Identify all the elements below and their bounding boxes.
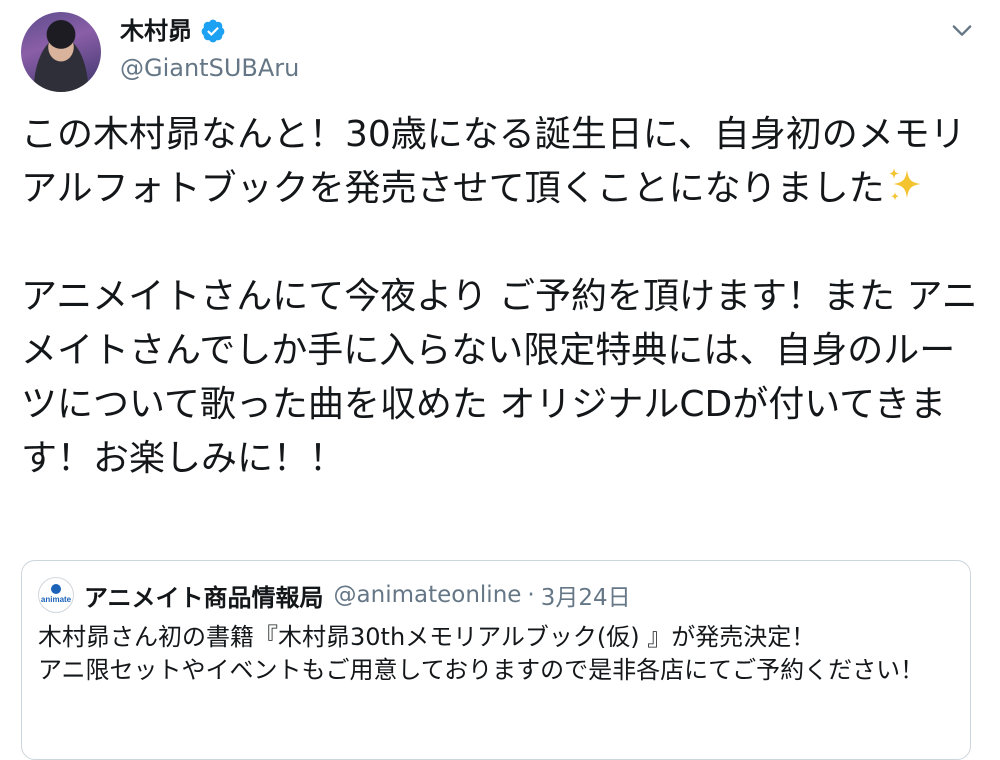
quoted-author-handle[interactable]: @animateonline xyxy=(334,582,522,608)
author-handle[interactable]: @GiantSUBAru xyxy=(120,53,299,83)
quoted-tweet-card[interactable]: animate アニメイト商品情報局 @animateonline · 3月24… xyxy=(21,560,971,760)
author-name-row: 木村昴 xyxy=(120,16,226,46)
verified-badge-icon xyxy=(201,19,225,43)
quoted-author-name[interactable]: アニメイト商品情報局 xyxy=(84,578,324,613)
quoted-tweet-text: 木村昴さん初の書籍『木村昴30thメモリアルブック(仮) 』が発売決定！ アニ限… xyxy=(38,623,925,684)
author-avatar[interactable] xyxy=(21,12,101,92)
animate-logo-label: animate xyxy=(41,595,71,604)
tweet-text-part-1: この木村昴なんと！30歳になる誕生日に、自身初のメモリアルフォトブックを発売させ… xyxy=(21,114,966,209)
chevron-down-icon[interactable] xyxy=(948,16,976,44)
tweet-text: この木村昴なんと！30歳になる誕生日に、自身初のメモリアルフォトブックを発売させ… xyxy=(21,108,981,486)
animate-logo-icon: animate xyxy=(41,584,71,604)
quoted-separator: · xyxy=(527,582,535,608)
author-display-name[interactable]: 木村昴 xyxy=(120,16,192,46)
sparkles-icon xyxy=(888,168,921,201)
quoted-tweet-header: animate アニメイト商品情報局 @animateonline · 3月24… xyxy=(38,577,631,613)
tweet-text-part-2: アニメイトさんにて今夜より ご予約を頂けます！また アニメイトさんでしか手に入ら… xyxy=(21,276,978,479)
quoted-author-avatar[interactable]: animate xyxy=(38,577,74,613)
quoted-date[interactable]: 3月24日 xyxy=(541,578,631,612)
